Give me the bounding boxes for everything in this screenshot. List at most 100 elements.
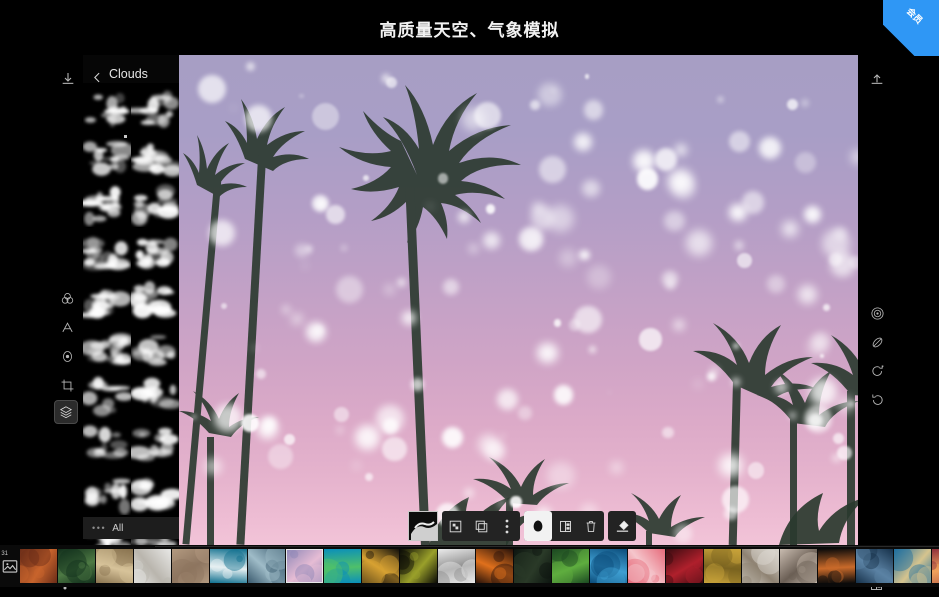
- eraser-icon[interactable]: [609, 511, 635, 541]
- brush-filter-all[interactable]: ••• All: [83, 517, 179, 539]
- crop-icon[interactable]: [54, 372, 80, 398]
- brush-grid[interactable]: [83, 83, 179, 545]
- adjust-icon[interactable]: [54, 343, 80, 369]
- bokeh-particle: [198, 75, 226, 103]
- brush-thumbnail[interactable]: [131, 275, 179, 323]
- filmstrip-items[interactable]: [20, 549, 939, 583]
- thumb-street-yellow[interactable]: [704, 549, 741, 583]
- membership-badge[interactable]: 会员: [883, 0, 939, 56]
- thumb-woman-white[interactable]: [742, 549, 779, 583]
- redo-icon[interactable]: [864, 386, 890, 412]
- bokeh-particle: [443, 279, 459, 295]
- bokeh-particle: [257, 418, 278, 439]
- brush-thumbnail[interactable]: [83, 323, 131, 371]
- thumb-havana-blue[interactable]: [894, 549, 931, 583]
- bokeh-particle: [221, 303, 227, 309]
- download-icon[interactable]: [55, 66, 81, 92]
- mask-blob-icon[interactable]: [524, 511, 552, 541]
- bokeh-particle: [674, 320, 684, 330]
- layer-actions-group[interactable]: [442, 511, 520, 541]
- brush-thumbnail[interactable]: [131, 419, 179, 467]
- brush-thumbnail[interactable]: [83, 179, 131, 227]
- undo-icon[interactable]: [864, 357, 890, 383]
- brush-thumbnail[interactable]: [83, 83, 131, 131]
- thumb-palms-purple[interactable]: [286, 549, 323, 583]
- bokeh-particle: [662, 427, 673, 438]
- brush-thumbnail[interactable]: [83, 371, 131, 419]
- bokeh-particle: [292, 314, 302, 324]
- brush-thumbnail[interactable]: [131, 131, 179, 179]
- thumb-portrait-orange[interactable]: [20, 549, 57, 583]
- thumb-forest-green[interactable]: [58, 549, 95, 583]
- back-button[interactable]: [87, 66, 107, 88]
- blend-modes-icon[interactable]: [54, 285, 80, 311]
- mask-actions-group[interactable]: [524, 511, 604, 541]
- thumb-white-object[interactable]: [134, 549, 171, 583]
- brush-library-panel[interactable]: ••• All: [83, 55, 179, 545]
- bokeh-particle: [326, 205, 345, 224]
- thumb-night-sea[interactable]: [856, 549, 893, 583]
- image-canvas[interactable]: 4000 x 6000 24 mp 63% o-c-gonzalez-40646…: [179, 55, 858, 545]
- bokeh-particle: [582, 180, 600, 198]
- thumb-green-leaves[interactable]: [552, 549, 589, 583]
- bokeh-particle: [539, 156, 566, 183]
- brush-thumbnail[interactable]: [83, 467, 131, 515]
- brush-thumbnail[interactable]: [131, 467, 179, 515]
- bokeh-particle: [775, 380, 788, 393]
- target-icon[interactable]: [864, 300, 890, 326]
- thumb-mountain-blue[interactable]: [248, 549, 285, 583]
- share-icon[interactable]: [864, 66, 890, 92]
- add-image-badge: 31: [1, 551, 8, 557]
- thumb-red-dark[interactable]: [666, 549, 703, 583]
- brush-thumbnail[interactable]: [83, 227, 131, 275]
- bokeh-particle: [722, 486, 749, 513]
- bokeh-particle: [486, 204, 495, 213]
- duplicate-layers-icon[interactable]: [468, 511, 494, 541]
- transform-icon[interactable]: [442, 511, 468, 541]
- thumb-ocean-wave[interactable]: [210, 549, 247, 583]
- bokeh-particle: [411, 378, 424, 391]
- brush-thumbnail[interactable]: [131, 179, 179, 227]
- thumb-sunset-person[interactable]: [932, 549, 939, 583]
- brush-thumbnail[interactable]: [131, 371, 179, 419]
- add-image-button[interactable]: 31: [0, 545, 20, 587]
- brush-thumbnail[interactable]: [83, 419, 131, 467]
- thumb-pink-abstract[interactable]: [628, 549, 665, 583]
- layers-icon[interactable]: [54, 400, 78, 424]
- bokeh-particle: [268, 444, 293, 469]
- thumb-woman-studio[interactable]: [780, 549, 817, 583]
- layer-thumbnail[interactable]: [408, 511, 438, 541]
- layer-toolbar[interactable]: [408, 510, 636, 542]
- bokeh-particle: [717, 96, 724, 103]
- thumb-dark-moody[interactable]: [514, 549, 551, 583]
- bokeh-particle: [465, 489, 473, 497]
- trash-icon[interactable]: [578, 511, 604, 541]
- brush-stroke-icon[interactable]: [864, 329, 890, 355]
- thumb-fire-orange[interactable]: [476, 549, 513, 583]
- top-bar: 高质量天空、气象模拟: [0, 0, 939, 55]
- eraser-group[interactable]: [608, 511, 636, 541]
- more-vertical-icon[interactable]: [494, 511, 520, 541]
- thumb-building[interactable]: [96, 549, 133, 583]
- bokeh-particle: [376, 405, 404, 433]
- brush-thumbnail[interactable]: [131, 323, 179, 371]
- bokeh-particle: [804, 206, 821, 223]
- thumb-dark-yellow[interactable]: [400, 549, 437, 583]
- bokeh-particle: [808, 413, 823, 428]
- bokeh-particle: [823, 304, 830, 311]
- split-panel-icon[interactable]: [552, 511, 578, 541]
- thumb-island-teal[interactable]: [324, 549, 361, 583]
- filmstrip[interactable]: 31: [0, 545, 939, 587]
- thumb-gold-coin[interactable]: [362, 549, 399, 583]
- thumb-blue-water[interactable]: [590, 549, 627, 583]
- thumb-black-light[interactable]: [818, 549, 855, 583]
- text-icon[interactable]: [54, 314, 80, 340]
- brush-thumbnail[interactable]: [131, 83, 179, 131]
- thumb-deer-grey[interactable]: [438, 549, 475, 583]
- bokeh-particle: [282, 305, 291, 314]
- bokeh-particle: [382, 437, 406, 461]
- brush-thumbnail[interactable]: [83, 131, 131, 179]
- brush-thumbnail[interactable]: [83, 275, 131, 323]
- thumb-beige-wall[interactable]: [172, 549, 209, 583]
- brush-thumbnail[interactable]: [131, 227, 179, 275]
